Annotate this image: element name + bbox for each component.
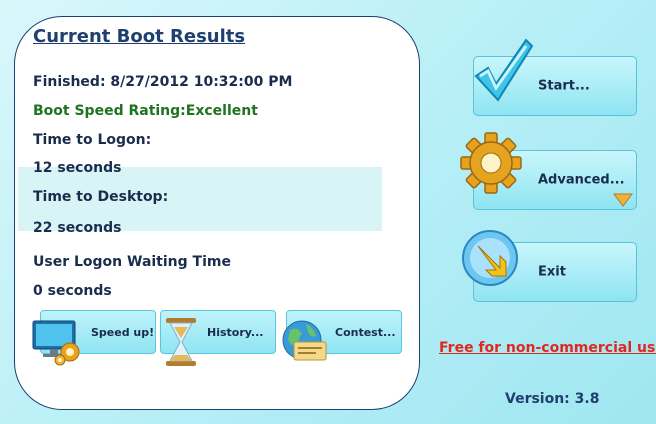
version-label: Version: 3.8	[505, 391, 600, 407]
logon-value: 12 seconds	[33, 160, 122, 176]
logon-label: Time to Logon:	[33, 132, 152, 148]
desktop-label: Time to Desktop:	[33, 189, 169, 205]
free-license-link[interactable]: Free for non-commercial use	[439, 340, 656, 356]
results-title: Current Boot Results	[33, 26, 246, 47]
speed-up-label: Speed up!	[91, 325, 155, 339]
dropdown-arrow-icon[interactable]	[613, 193, 633, 211]
waiting-label: User Logon Waiting Time	[33, 254, 231, 270]
boot-speed-rating: Boot Speed Rating:Excellent	[33, 103, 258, 119]
globe-icon	[280, 316, 328, 370]
gear-icon	[458, 130, 524, 200]
start-label: Start...	[538, 78, 590, 94]
contest-label: Contest...	[335, 325, 396, 339]
hourglass-icon	[163, 316, 199, 372]
checkmark-icon	[470, 36, 534, 110]
waiting-value: 0 seconds	[33, 283, 112, 299]
desktop-value: 22 seconds	[33, 220, 122, 236]
exit-label: Exit	[538, 264, 566, 280]
exit-arrow-icon	[460, 228, 522, 294]
monitor-gear-icon	[30, 318, 86, 370]
advanced-label: Advanced...	[538, 172, 625, 188]
history-label: History...	[207, 325, 264, 339]
finished-time: Finished: 8/27/2012 10:32:00 PM	[33, 74, 293, 90]
